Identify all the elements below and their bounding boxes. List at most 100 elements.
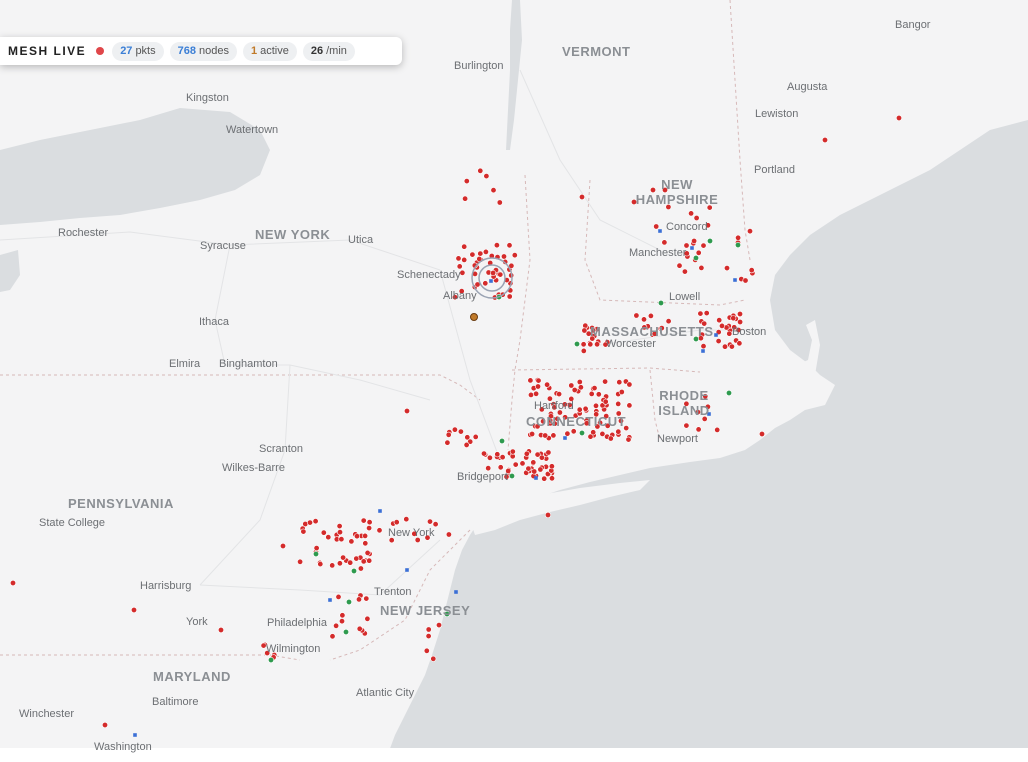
mesh-node[interactable] (534, 383, 541, 390)
repeater-marker[interactable] (328, 598, 332, 602)
mesh-node[interactable] (715, 338, 722, 345)
mesh-node[interactable] (360, 517, 367, 524)
repeater-marker[interactable] (658, 229, 662, 233)
mesh-node[interactable] (703, 310, 710, 317)
repeater-marker[interactable] (690, 246, 694, 250)
active-node[interactable] (657, 299, 664, 306)
mesh-node[interactable] (425, 633, 432, 640)
mesh-node[interactable] (102, 721, 109, 728)
mesh-node[interactable] (693, 215, 700, 222)
mesh-node[interactable] (357, 565, 364, 572)
mesh-node[interactable] (218, 626, 225, 633)
mesh-node[interactable] (364, 549, 371, 556)
mesh-node[interactable] (348, 538, 355, 545)
mesh-node[interactable] (499, 454, 506, 461)
repeater-marker[interactable] (733, 278, 737, 282)
mesh-node[interactable] (423, 647, 430, 654)
active-node[interactable] (342, 628, 349, 635)
repeater-marker[interactable] (133, 733, 137, 737)
mesh-node[interactable] (523, 450, 530, 457)
mesh-node[interactable] (653, 223, 660, 230)
mesh-node[interactable] (582, 405, 589, 412)
mesh-node[interactable] (544, 381, 551, 388)
active-node[interactable] (312, 550, 319, 557)
repeater-marker[interactable] (534, 476, 538, 480)
repeater-marker[interactable] (454, 590, 458, 594)
mesh-node[interactable] (477, 250, 484, 257)
mesh-node[interactable] (550, 432, 557, 439)
mesh-node[interactable] (599, 430, 606, 437)
active-pill[interactable]: 1 active (242, 41, 297, 61)
mesh-node[interactable] (393, 519, 400, 526)
active-node[interactable] (267, 656, 274, 663)
mesh-node[interactable] (742, 277, 749, 284)
mesh-node[interactable] (336, 523, 343, 530)
repeater-marker[interactable] (701, 349, 705, 353)
mesh-node[interactable] (581, 327, 588, 334)
mesh-node[interactable] (714, 426, 721, 433)
mesh-node[interactable] (582, 322, 589, 329)
mesh-node[interactable] (497, 271, 504, 278)
mesh-node[interactable] (626, 381, 633, 388)
mesh-node[interactable] (469, 251, 476, 258)
mesh-node[interactable] (430, 655, 437, 662)
mesh-node[interactable] (746, 228, 753, 235)
mesh-node[interactable] (602, 398, 609, 405)
mesh-node[interactable] (353, 555, 360, 562)
mesh-node[interactable] (537, 466, 544, 473)
mesh-node[interactable] (530, 459, 537, 466)
mesh-node[interactable] (618, 388, 625, 395)
mesh-node[interactable] (568, 382, 575, 389)
mesh-node[interactable] (338, 536, 345, 543)
mesh-node[interactable] (698, 264, 705, 271)
mesh-node[interactable] (607, 435, 614, 442)
mesh-node[interactable] (461, 243, 468, 250)
mesh-node[interactable] (297, 558, 304, 565)
mesh-node[interactable] (576, 378, 583, 385)
mesh-node[interactable] (700, 242, 707, 249)
mesh-node[interactable] (721, 343, 728, 350)
mesh-node[interactable] (338, 618, 345, 625)
mesh-node[interactable] (347, 559, 354, 566)
mesh-node[interactable] (542, 432, 549, 439)
mesh-node[interactable] (519, 460, 526, 467)
mesh-node[interactable] (500, 253, 507, 260)
mesh-node[interactable] (564, 430, 571, 437)
mesh-node[interactable] (676, 262, 683, 269)
mesh-node[interactable] (626, 402, 633, 409)
mesh-node[interactable] (335, 593, 342, 600)
mesh-node[interactable] (472, 433, 479, 440)
mesh-node[interactable] (363, 595, 370, 602)
active-node[interactable] (578, 429, 585, 436)
mesh-node[interactable] (10, 579, 17, 586)
mesh-node[interactable] (333, 622, 340, 629)
mesh-node[interactable] (403, 516, 410, 523)
mesh-node[interactable] (580, 341, 587, 348)
mesh-node[interactable] (548, 475, 555, 482)
mesh-node[interactable] (577, 384, 584, 391)
mesh-node[interactable] (336, 529, 343, 536)
mesh-node[interactable] (506, 242, 513, 249)
mesh-node[interactable] (493, 242, 500, 249)
mesh-node[interactable] (533, 390, 540, 397)
mesh-node[interactable] (445, 431, 452, 438)
mesh-node[interactable] (688, 210, 695, 217)
active-node[interactable] (345, 598, 352, 605)
repeater-marker[interactable] (489, 279, 493, 283)
mesh-node[interactable] (661, 239, 668, 246)
mesh-node[interactable] (444, 439, 451, 446)
mesh-node[interactable] (463, 178, 470, 185)
mesh-node[interactable] (509, 448, 516, 455)
nodes-pill[interactable]: 768 nodes (169, 41, 237, 61)
active-node[interactable] (692, 255, 699, 262)
mesh-node[interactable] (821, 137, 828, 144)
repeater-marker[interactable] (714, 333, 718, 337)
mesh-node[interactable] (313, 545, 320, 552)
mesh-node[interactable] (482, 248, 489, 255)
mesh-node[interactable] (718, 322, 725, 329)
mesh-node[interactable] (486, 454, 493, 461)
mesh-node[interactable] (588, 390, 595, 397)
mesh-node[interactable] (457, 428, 464, 435)
mesh-node[interactable] (697, 310, 704, 317)
mesh-node[interactable] (356, 625, 363, 632)
